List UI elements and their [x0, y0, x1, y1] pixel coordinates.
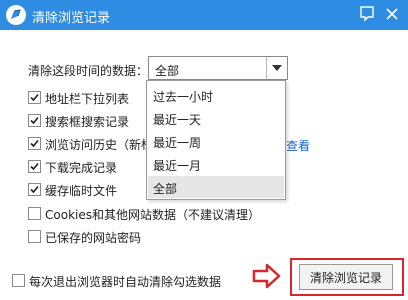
option-label: 过去一小时	[153, 90, 214, 104]
chevron-down-icon[interactable]	[266, 57, 287, 79]
title-bar: 清除浏览记录	[0, 0, 408, 30]
clear-history-button[interactable]: 清除浏览记录	[299, 264, 393, 290]
checkbox[interactable]	[28, 137, 41, 150]
item-label: 下载完成记录	[45, 161, 118, 175]
checkbox[interactable]	[28, 183, 41, 196]
right-arrow-icon	[252, 262, 282, 293]
time-range-label: 清除这段时间的数据：	[28, 64, 149, 78]
checkbox[interactable]	[28, 207, 41, 220]
window-title: 清除浏览记录	[32, 11, 111, 26]
browser-logo-icon	[6, 5, 26, 25]
item-label: 浏览访问历史（新标	[45, 138, 154, 152]
option-label: 全部	[153, 182, 178, 196]
auto-clear-label: 每次退出浏览器时自动清除勾选数据	[29, 275, 222, 289]
option-label: 最近一月	[153, 159, 202, 173]
item-label: 已保存的网站密码	[45, 231, 142, 245]
checkbox[interactable]	[28, 114, 41, 127]
time-range-value: 全部	[155, 64, 180, 78]
item-label: Cookies和其他网站数据（不建议清理）	[45, 208, 260, 222]
help-button[interactable]	[356, 3, 378, 25]
item-label: 地址栏下拉列表	[45, 92, 130, 106]
item-label: 缓存临时文件	[45, 184, 118, 198]
checkbox[interactable]	[12, 274, 25, 287]
time-range-dropdown: 过去一小时 最近一天 最近一周 最近一月 全部	[146, 80, 286, 200]
option-label: 最近一周	[153, 136, 202, 150]
time-range-select[interactable]: 全部	[148, 56, 288, 80]
dropdown-option-past-hour[interactable]: 过去一小时	[148, 84, 284, 106]
dropdown-option-last-week[interactable]: 最近一周	[148, 130, 284, 152]
dropdown-option-last-month[interactable]: 最近一月	[148, 153, 284, 175]
close-button[interactable]	[381, 3, 403, 25]
option-label: 最近一天	[153, 113, 202, 127]
checkbox[interactable]	[28, 91, 41, 104]
checkbox[interactable]	[28, 160, 41, 173]
view-link[interactable]: 查看	[286, 137, 310, 154]
checkbox[interactable]	[28, 230, 41, 243]
dropdown-option-last-day[interactable]: 最近一天	[148, 107, 284, 129]
dropdown-option-all[interactable]: 全部	[148, 176, 284, 198]
item-label: 搜索框搜索记录	[45, 115, 130, 129]
